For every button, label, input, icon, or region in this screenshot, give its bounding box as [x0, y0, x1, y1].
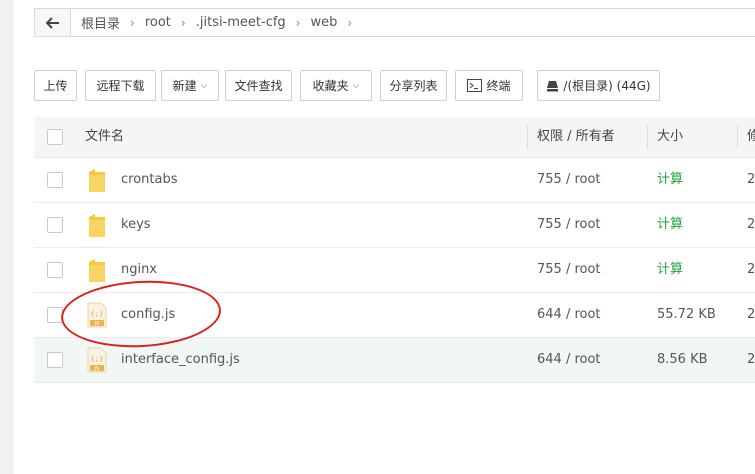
- calculate-size-link[interactable]: 计算: [657, 248, 683, 292]
- share-list-button[interactable]: 分享列表: [380, 70, 447, 101]
- file-modified: 20: [747, 262, 755, 277]
- file-permission[interactable]: 755 / root: [537, 203, 601, 247]
- breadcrumb-separator: ›: [130, 15, 135, 30]
- table-row[interactable]: crontabs 755 / root 计算 20: [34, 158, 755, 203]
- folder-icon: [89, 259, 105, 282]
- table-header: 文件名 权限 / 所有者 大小 修: [34, 117, 755, 158]
- folder-icon: [89, 169, 105, 192]
- row-checkbox[interactable]: [47, 217, 63, 233]
- upload-button[interactable]: 上传: [34, 70, 77, 101]
- folder-icon: [89, 214, 105, 237]
- file-name[interactable]: keys: [121, 203, 151, 247]
- file-permission[interactable]: 755 / root: [537, 248, 601, 292]
- file-modified: 20: [747, 352, 755, 367]
- breadcrumb-item-jitsi[interactable]: .jitsi-meet-cfg: [194, 15, 288, 30]
- table-row[interactable]: keys 755 / root 计算 20: [34, 203, 755, 248]
- js-file-icon: {;} JS: [87, 347, 107, 373]
- disk-icon: [547, 80, 559, 91]
- select-all-checkbox[interactable]: [47, 129, 63, 145]
- calculate-size-link[interactable]: 计算: [657, 203, 683, 247]
- breadcrumb-separator: ›: [180, 15, 186, 30]
- file-modified: 20: [747, 217, 755, 232]
- svg-text:JS: JS: [94, 366, 100, 372]
- share-list-label: 分享列表: [389, 79, 438, 93]
- breadcrumb-separator: ›: [347, 15, 353, 30]
- disk-selector-button[interactable]: /(根目录) (44G): [537, 70, 660, 101]
- terminal-button[interactable]: 终端: [455, 70, 523, 101]
- file-permission[interactable]: 644 / root: [537, 293, 601, 337]
- header-size[interactable]: 大小: [657, 117, 683, 157]
- terminal-label: 终端: [486, 79, 511, 93]
- breadcrumb-separator: ›: [295, 15, 301, 30]
- favorites-dropdown-button[interactable]: 收藏夹 ⌵: [300, 70, 372, 101]
- header-permission[interactable]: 权限 / 所有者: [537, 117, 615, 157]
- file-permission[interactable]: 644 / root: [537, 338, 601, 382]
- remote-download-button[interactable]: 远程下载: [85, 70, 156, 101]
- file-modified: 20: [747, 172, 755, 187]
- file-search-button[interactable]: 文件查找: [225, 70, 292, 101]
- column-divider: [647, 125, 648, 149]
- terminal-icon: [467, 79, 483, 92]
- column-divider: [527, 125, 528, 149]
- file-size: 8.56 KB: [657, 352, 708, 367]
- chevron-down-icon: ⌵: [352, 80, 360, 91]
- header-filename[interactable]: 文件名: [85, 117, 124, 157]
- file-permission[interactable]: 755 / root: [537, 158, 601, 202]
- breadcrumb-item-root[interactable]: root: [143, 15, 173, 30]
- header-modified[interactable]: 修: [747, 117, 755, 157]
- svg-text:{;}: {;}: [91, 355, 104, 363]
- new-dropdown-button[interactable]: 新建 ⌵: [161, 70, 219, 101]
- breadcrumb: 根目录 › root › .jitsi-meet-cfg › web ›: [34, 8, 755, 37]
- breadcrumb-item-web[interactable]: web: [308, 15, 339, 30]
- file-modified: 20: [747, 307, 755, 322]
- file-name[interactable]: crontabs: [121, 158, 178, 202]
- file-search-label: 文件查找: [234, 79, 283, 93]
- new-label: 新建: [172, 79, 197, 93]
- column-divider: [737, 125, 738, 149]
- chevron-down-icon: ⌵: [200, 80, 208, 91]
- row-checkbox[interactable]: [47, 262, 63, 278]
- calculate-size-link[interactable]: 计算: [657, 158, 683, 202]
- upload-label: 上传: [43, 79, 68, 93]
- back-button[interactable]: [35, 9, 71, 36]
- row-checkbox[interactable]: [47, 172, 63, 188]
- file-size: 55.72 KB: [657, 307, 716, 322]
- breadcrumb-item-root-dir[interactable]: 根目录: [79, 13, 122, 32]
- disk-label: /(根目录) (44G): [563, 79, 651, 93]
- favorites-label: 收藏夹: [312, 79, 349, 93]
- remote-download-label: 远程下载: [96, 79, 145, 93]
- arrow-left-icon: [45, 16, 59, 29]
- row-checkbox[interactable]: [47, 352, 63, 368]
